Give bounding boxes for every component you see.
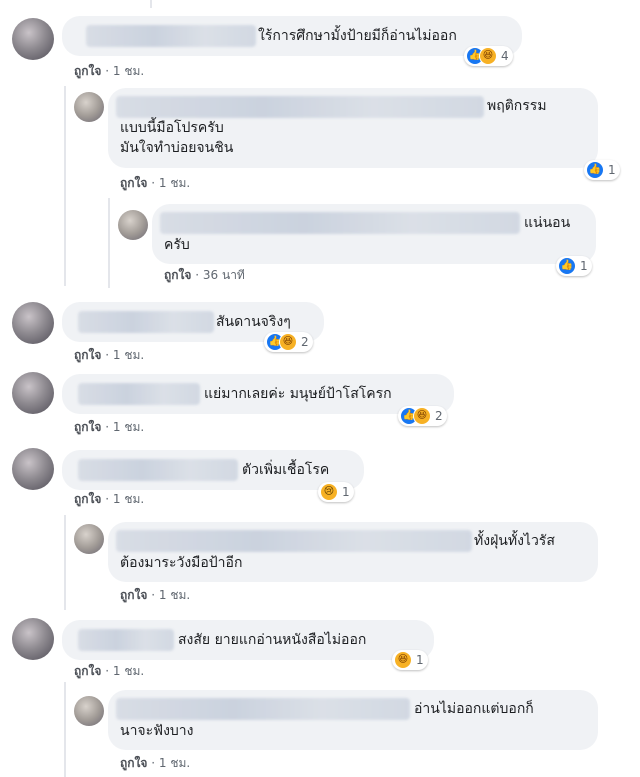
meta-dot: · <box>105 420 110 434</box>
reaction-summary[interactable]: 😆 1 <box>392 650 428 670</box>
avatar[interactable] <box>74 524 104 554</box>
avatar[interactable] <box>12 618 54 660</box>
comment: สงสัย ยายแกอ่านหนังสือไม่ออก 😆 1 ถูกใจ ·… <box>0 612 640 682</box>
comment-time[interactable]: 1 ชม. <box>159 588 190 602</box>
reply-comment: แน่นอน ครับ 👍 1 ถูกใจ · 36 นาที <box>0 198 640 292</box>
comment-meta: ถูกใจ · 1 ชม. <box>120 586 190 605</box>
like-link[interactable]: ถูกใจ <box>74 492 101 506</box>
haha-icon: 😆 <box>479 47 497 65</box>
avatar[interactable] <box>118 210 148 240</box>
commenter-name-blurred[interactable] <box>116 530 472 552</box>
meta-dot: · <box>105 348 110 362</box>
comment-text-line: แบบนี้มือโปรครับ <box>120 120 224 136</box>
meta-dot: · <box>105 492 110 506</box>
avatar[interactable] <box>12 302 54 344</box>
reaction-summary[interactable]: 👍 1 <box>584 160 620 180</box>
reaction-count: 2 <box>301 335 309 349</box>
comment: ใร้การศึกษามั้งป้ายมีก็อ่านไม่ออก 👍 😆 4 … <box>0 0 640 82</box>
avatar[interactable] <box>12 448 54 490</box>
comment-time[interactable]: 1 ชม. <box>159 176 190 190</box>
comment-meta: ถูกใจ · 1 ชม. <box>74 346 144 365</box>
reply-comment: ทั้งฝุ่นทั้งไวรัส ต้องมาระวังมือป้าอีก ถ… <box>0 514 640 610</box>
like-link[interactable]: ถูกใจ <box>164 268 191 282</box>
meta-dot: · <box>151 176 156 190</box>
comment-time[interactable]: 1 ชม. <box>113 492 144 506</box>
comment-meta: ถูกใจ · 1 ชม. <box>74 418 144 437</box>
comment-time[interactable]: 1 ชม. <box>113 348 144 362</box>
comment-text: สงสัย ยายแกอ่านหนังสือไม่ออก <box>178 632 367 648</box>
comment-meta: ถูกใจ · 1 ชม. <box>74 662 144 681</box>
comment-text: แย่มากเลยค่ะ มนุษย์ป้าโสโครก <box>204 386 392 402</box>
like-link[interactable]: ถูกใจ <box>120 176 147 190</box>
comment-time[interactable]: 36 นาที <box>203 268 245 282</box>
reaction-count: 1 <box>608 163 616 177</box>
reaction-count: 1 <box>580 259 588 273</box>
comment-text-line: นาจะฟังบาง <box>120 723 194 739</box>
comment-text: สันดานจริงๆ <box>216 314 291 330</box>
like-link[interactable]: ถูกใจ <box>74 64 101 78</box>
reaction-summary[interactable]: 👍 😆 2 <box>398 406 447 426</box>
commenter-name-blurred[interactable] <box>78 383 200 405</box>
reply-comment: พฤติกรรม แบบนี้มือโปรครับ มันใจทำบ่อยจนช… <box>0 84 640 196</box>
comment-text-line: ต้องมาระวังมือป้าอีก <box>120 555 243 571</box>
comment-time[interactable]: 1 ชม. <box>113 664 144 678</box>
commenter-name-blurred[interactable] <box>86 25 256 47</box>
haha-icon: 😆 <box>394 651 412 669</box>
avatar[interactable] <box>12 18 54 60</box>
like-link[interactable]: ถูกใจ <box>120 756 147 770</box>
avatar[interactable] <box>74 696 104 726</box>
meta-dot: · <box>105 664 110 678</box>
reaction-summary[interactable]: 👍 1 <box>556 256 592 276</box>
comment-text-line: ทั้งฝุ่นทั้งไวรัส <box>474 533 555 549</box>
comment-text: ตัวเพิ่มเชื้อโรค <box>242 462 330 478</box>
reaction-count: 1 <box>416 653 424 667</box>
reaction-summary[interactable]: 😢 1 <box>318 482 354 502</box>
commenter-name-blurred[interactable] <box>160 212 520 234</box>
comment: แย่มากเลยค่ะ มนุษย์ป้าโสโครก 👍 😆 2 ถูกใจ… <box>0 366 640 438</box>
comment-time[interactable]: 1 ชม. <box>113 64 144 78</box>
reaction-summary[interactable]: 👍 😆 2 <box>264 332 313 352</box>
reaction-summary[interactable]: 👍 😆 4 <box>464 46 513 66</box>
thread-line <box>108 198 110 288</box>
comment-meta: ถูกใจ · 1 ชม. <box>74 490 144 509</box>
like-icon: 👍 <box>586 161 604 179</box>
comment-text-line: มันใจทำบ่อยจนชิน <box>120 140 234 156</box>
comment-text: ใร้การศึกษามั้งป้ายมีก็อ่านไม่ออก <box>258 28 457 44</box>
comment-meta: ถูกใจ · 36 นาที <box>164 266 245 285</box>
comment-text-line: แน่นอน <box>524 215 571 231</box>
avatar[interactable] <box>12 372 54 414</box>
comment-text-line: พฤติกรรม <box>487 98 547 114</box>
haha-icon: 😆 <box>413 407 431 425</box>
commenter-name-blurred[interactable] <box>116 698 410 720</box>
like-link[interactable]: ถูกใจ <box>120 588 147 602</box>
like-link[interactable]: ถูกใจ <box>74 420 101 434</box>
reply-comment: อ่านไม่ออกแต่บอกก็ นาจะฟังบาง ถูกใจ · 1 … <box>0 684 640 777</box>
comment: สันดานจริงๆ 👍 😆 2 ถูกใจ · 1 ชม. <box>0 294 640 364</box>
commenter-name-blurred[interactable] <box>78 459 238 481</box>
comment-meta: ถูกใจ · 1 ชม. <box>120 754 190 773</box>
like-icon: 👍 <box>558 257 576 275</box>
comment-time[interactable]: 1 ชม. <box>159 756 190 770</box>
meta-dot: · <box>151 756 156 770</box>
comment-meta: ถูกใจ · 1 ชม. <box>120 174 190 193</box>
sad-icon: 😢 <box>320 483 338 501</box>
like-link[interactable]: ถูกใจ <box>74 664 101 678</box>
avatar[interactable] <box>74 92 104 122</box>
like-link[interactable]: ถูกใจ <box>74 348 101 362</box>
meta-dot: · <box>105 64 110 78</box>
meta-dot: · <box>151 588 156 602</box>
comment-text-line: ครับ <box>164 237 190 253</box>
comment: ตัวเพิ่มเชื้อโรค 😢 1 ถูกใจ · 1 ชม. <box>0 440 640 512</box>
comment-time[interactable]: 1 ชม. <box>113 420 144 434</box>
reaction-count: 2 <box>435 409 443 423</box>
commenter-name-blurred[interactable] <box>116 96 484 118</box>
comment-text-line: อ่านไม่ออกแต่บอกก็ <box>414 701 534 717</box>
meta-dot: · <box>195 268 200 282</box>
commenter-name-blurred[interactable] <box>78 311 214 333</box>
haha-icon: 😆 <box>279 333 297 351</box>
reaction-count: 1 <box>342 485 350 499</box>
reaction-count: 4 <box>501 49 509 63</box>
commenter-name-blurred[interactable] <box>78 629 174 651</box>
comment-meta: ถูกใจ · 1 ชม. <box>74 62 144 81</box>
